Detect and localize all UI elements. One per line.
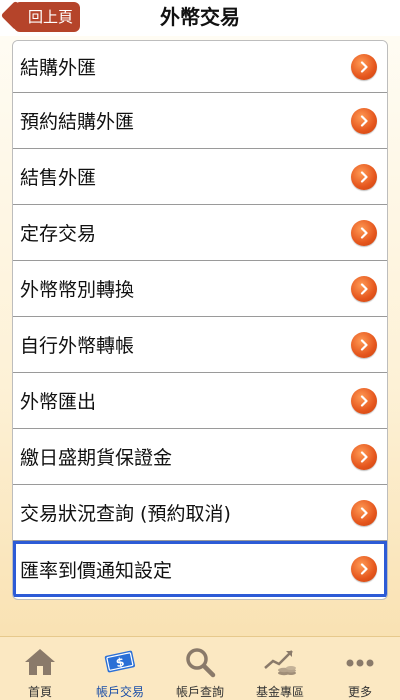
menu-item-time-deposit[interactable]: 定存交易 xyxy=(13,205,387,261)
tab-fund-zone[interactable]: 基金專區 xyxy=(240,637,320,700)
chevron-right-icon xyxy=(351,387,377,414)
menu-item-label: 定存交易 xyxy=(20,223,97,245)
menu-item-sell-forex[interactable]: 結售外匯 xyxy=(13,149,387,205)
tab-label: 帳戶交易 xyxy=(95,685,144,699)
banknote-icon: $ xyxy=(102,645,138,679)
more-dots-icon xyxy=(342,645,378,679)
menu-item-scheduled-buy-forex[interactable]: 預約結購外匯 xyxy=(13,93,387,149)
menu-item-label: 繳日盛期貨保證金 xyxy=(20,447,173,469)
menu-item-internal-transfer[interactable]: 自行外幣轉帳 xyxy=(13,317,387,373)
menu-item-transaction-status[interactable]: 交易狀況查詢 (預約取消) xyxy=(13,485,387,541)
tab-account-transaction[interactable]: $ 帳戶交易 xyxy=(80,637,160,700)
menu-item-currency-exchange[interactable]: 外幣幣別轉換 xyxy=(13,261,387,317)
chevron-right-icon xyxy=(351,443,377,470)
menu-item-label: 外幣匯出 xyxy=(20,391,97,413)
chevron-right-icon xyxy=(351,499,377,526)
tab-label: 更多 xyxy=(347,685,372,699)
chevron-right-icon xyxy=(351,163,377,190)
top-bar: 回上頁 外幣交易 xyxy=(0,0,400,36)
back-button[interactable]: 回上頁 xyxy=(14,2,80,32)
bottom-tab-bar: 首頁 $ 帳戶交易 帳戶查詢 基金專區 更多 xyxy=(0,636,400,700)
tab-label: 帳戶查詢 xyxy=(175,685,224,699)
menu-list: 結購外匯 預約結購外匯 結售外匯 定存交易 外幣幣別轉換 自行外幣轉帳 外幣匯出… xyxy=(12,40,388,600)
chevron-right-icon xyxy=(351,219,377,246)
magnifier-icon xyxy=(182,645,218,679)
menu-item-outward-remittance[interactable]: 外幣匯出 xyxy=(13,373,387,429)
menu-item-label: 匯率到價通知設定 xyxy=(20,559,173,582)
tab-home[interactable]: 首頁 xyxy=(0,637,80,700)
menu-item-futures-margin[interactable]: 繳日盛期貨保證金 xyxy=(13,429,387,485)
chevron-right-icon xyxy=(351,275,377,302)
home-icon xyxy=(22,645,58,679)
menu-item-rate-alert[interactable]: 匯率到價通知設定 xyxy=(13,541,387,597)
chevron-right-icon xyxy=(351,53,377,80)
tab-account-query[interactable]: 帳戶查詢 xyxy=(160,637,240,700)
menu-item-label: 結購外匯 xyxy=(20,57,97,79)
menu-item-label: 交易狀況查詢 (預約取消) xyxy=(20,503,231,525)
tab-more[interactable]: 更多 xyxy=(320,637,400,700)
chevron-right-icon xyxy=(351,107,377,134)
menu-item-label: 預約結購外匯 xyxy=(20,111,135,133)
tab-label: 基金專區 xyxy=(255,685,304,699)
chevron-right-icon xyxy=(351,331,377,358)
menu-item-buy-forex[interactable]: 結購外匯 xyxy=(13,41,387,93)
menu-item-label: 外幣幣別轉換 xyxy=(20,279,135,301)
tab-label: 首頁 xyxy=(27,685,52,699)
menu-item-label: 結售外匯 xyxy=(20,167,97,189)
menu-item-label: 自行外幣轉帳 xyxy=(20,335,135,357)
chart-coins-icon xyxy=(262,645,298,679)
chevron-right-icon xyxy=(351,556,377,582)
